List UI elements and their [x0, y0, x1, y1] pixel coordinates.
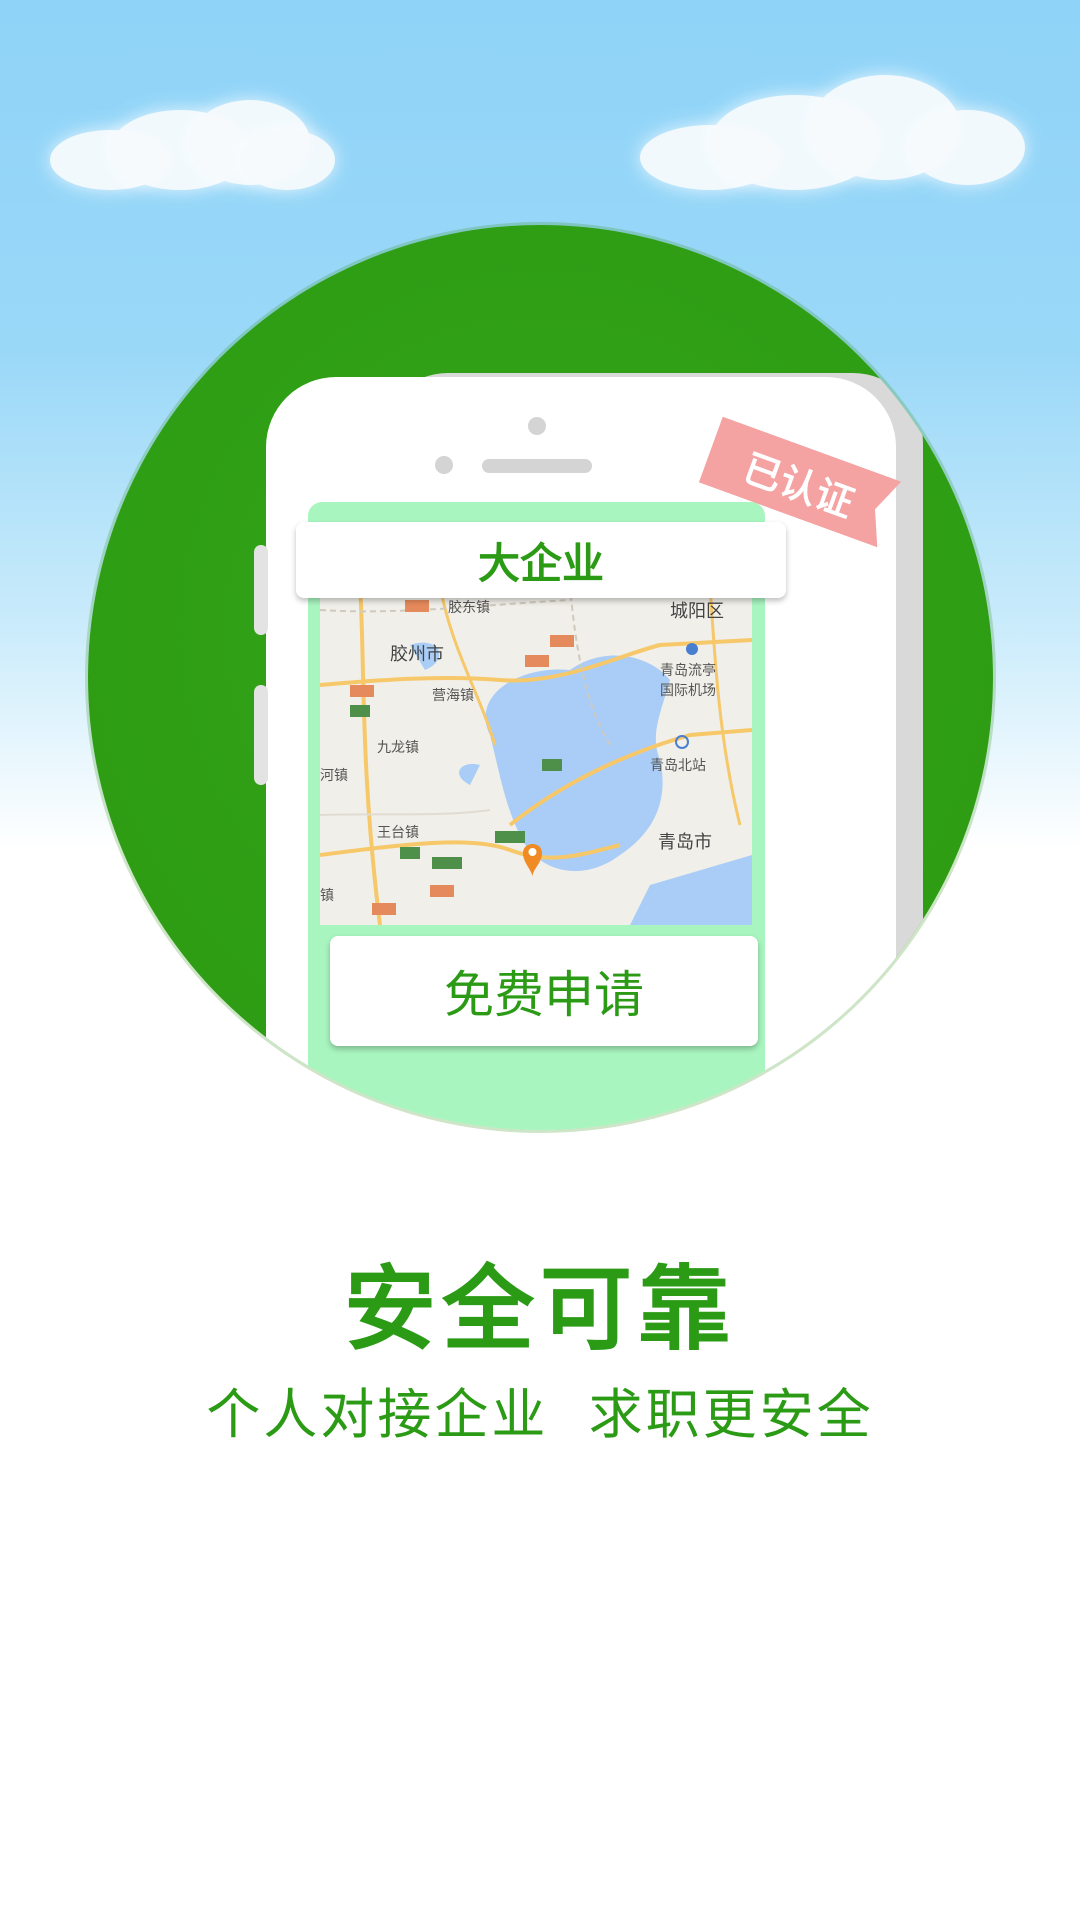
- map-label: 国际机场: [660, 683, 716, 699]
- page-headline: 安全可靠: [343, 1256, 736, 1363]
- map-label: 胶州市: [390, 644, 444, 665]
- map-label: 青岛流亭: [660, 663, 716, 679]
- phone-speaker: [482, 459, 592, 473]
- phone-side-button: [254, 545, 268, 635]
- map-label: 王台镇: [377, 825, 419, 841]
- map-view: 胶东镇 城阳区 胶州市 青岛流亭 国际机场 营海镇 九龙镇 青岛北站 王台镇 青…: [320, 585, 752, 925]
- phone-camera: [528, 417, 546, 435]
- free-apply-button[interactable]: 免费申请: [330, 936, 758, 1046]
- map-label: 河镇: [320, 768, 348, 784]
- map-label: 营海镇: [432, 688, 474, 704]
- cloud-right: [640, 70, 1030, 200]
- map-label: 城阳区: [670, 601, 724, 622]
- cloud-left: [40, 90, 340, 200]
- company-title-card: 大企业: [296, 522, 786, 598]
- map-label: 青岛市: [658, 832, 712, 853]
- airport-icon: [686, 643, 698, 655]
- map-label: 镇: [320, 888, 334, 904]
- phone-side-button: [254, 685, 268, 785]
- page-subline: 个人对接企业 求职更安全: [206, 1383, 874, 1446]
- map-label: 胶东镇: [448, 600, 490, 616]
- green-circle-illustration: 胶东镇 城阳区 胶州市 青岛流亭 国际机场 营海镇 九龙镇 青岛北站 王台镇 青…: [88, 225, 993, 1130]
- phone-sensor: [435, 456, 453, 474]
- map-label: 青岛北站: [650, 758, 706, 774]
- map-label: 九龙镇: [377, 740, 419, 756]
